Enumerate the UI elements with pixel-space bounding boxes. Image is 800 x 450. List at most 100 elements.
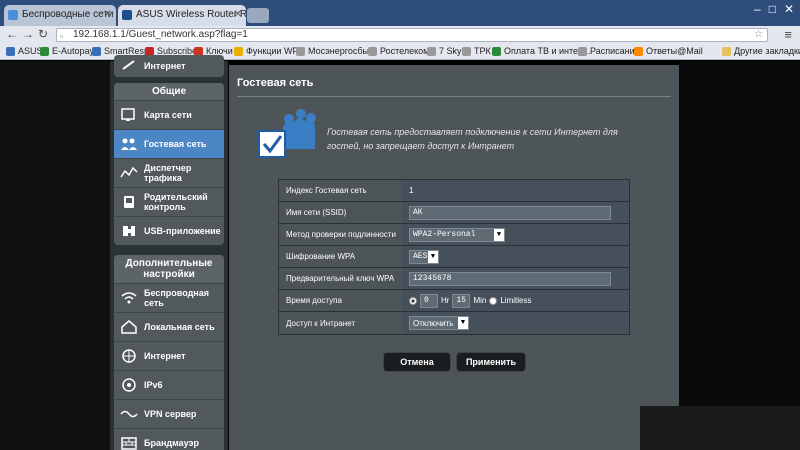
- wpa-key-label: Предварительный ключ WPA: [279, 268, 402, 289]
- sidebar-item-parental-control[interactable]: Родительский контроль: [114, 187, 224, 216]
- bookmark-icon: [296, 46, 305, 56]
- forward-arrow-icon[interactable]: →: [22, 27, 34, 41]
- ssid-cell: AK: [402, 202, 629, 223]
- bookmark-schedule[interactable]: Расписание: [578, 46, 640, 56]
- folder-icon: [722, 46, 731, 56]
- sidebar-item-lan[interactable]: Локальная сеть: [114, 312, 224, 341]
- sidebar-item-usb-app[interactable]: USB-приложение: [114, 216, 224, 245]
- sidebar-item-traffic-manager[interactable]: Диспетчер трафика: [114, 158, 224, 187]
- encryption-select[interactable]: AES ▼: [409, 249, 439, 264]
- access-time-label: Время доступа: [279, 290, 402, 311]
- bookmark-other[interactable]: Другие закладки: [722, 46, 800, 56]
- minutes-unit: Min: [473, 296, 487, 305]
- form-row-wpa-key: Предварительный ключ WPA 12345678: [279, 268, 629, 290]
- guest-network-form: Индекс Гостевая сеть 1 Имя сети (SSID) A…: [278, 179, 630, 335]
- chevron-down-icon: ▼: [458, 317, 468, 329]
- sidebar-item-firewall[interactable]: Брандмауэр: [114, 428, 224, 450]
- sidebar-item-internet[interactable]: Интернет: [114, 341, 224, 370]
- close-window-icon[interactable]: ✕: [784, 2, 794, 16]
- browser-tab-bar: Беспроводные сети wifi ✕ ASUS Wireless R…: [0, 0, 800, 26]
- new-tab-button[interactable]: [247, 8, 269, 23]
- parental-control-icon: [124, 196, 134, 208]
- bookmark-e-autopay[interactable]: E-Autopay: [40, 46, 94, 56]
- bookmark-otvety-mail[interactable]: Ответы@Mail: [634, 46, 703, 56]
- encryption-value: AES: [413, 252, 428, 261]
- network-map-icon: [121, 108, 135, 121]
- sidebar-item-label: Карта сети: [144, 110, 192, 120]
- router-page: Интернет Общие Карта сети Гостевая сеть …: [0, 55, 800, 450]
- bookmark-icon: [92, 46, 101, 56]
- sidebar-item-label: Брандмауэр: [144, 438, 200, 448]
- guest-network-description: Гостевая сеть предоставляет подключение …: [327, 127, 618, 151]
- globe-icon: [122, 349, 136, 363]
- limitless-radio[interactable]: [489, 296, 498, 305]
- sidebar-item-label: Интернет: [144, 61, 186, 71]
- address-bar[interactable]: ▫ 192.168.1.1/Guest_network.asp?flag=1 ☆: [56, 28, 768, 42]
- lan-icon: [121, 320, 137, 334]
- ssid-input[interactable]: AK: [409, 205, 611, 220]
- bookmark-trk[interactable]: ТРК: [462, 46, 491, 56]
- sidebar-item-vpn[interactable]: VPN сервер: [114, 399, 224, 428]
- bookmark-icon: [368, 46, 377, 56]
- bookmark-icon: [492, 46, 501, 56]
- title-divider: [237, 96, 671, 97]
- sidebar-item-label: VPN сервер: [144, 409, 197, 419]
- sidebar-item-ipv6[interactable]: IPv6: [114, 370, 224, 399]
- index-value: 1: [402, 180, 629, 201]
- form-row-index: Индекс Гостевая сеть 1: [279, 180, 629, 202]
- bookmark-icon: [578, 46, 587, 56]
- sidebar-item-label: Беспроводная сеть: [144, 288, 209, 308]
- close-icon[interactable]: ✕: [104, 9, 112, 20]
- close-icon[interactable]: ✕: [234, 9, 242, 20]
- sidebar-item-label: IPv6: [144, 380, 163, 390]
- sidebar-item-internet-top[interactable]: Интернет: [114, 55, 224, 77]
- chevron-down-icon: ▼: [428, 250, 438, 263]
- bookmark-rostelecom[interactable]: Ростелеком: [368, 46, 429, 56]
- bookmark-7sky[interactable]: 7 Sky: [427, 46, 462, 56]
- index-value-text: 1: [409, 186, 414, 195]
- sidebar-item-label: Локальная сеть: [144, 322, 215, 332]
- cancel-button[interactable]: Отмена: [383, 352, 451, 372]
- intranet-cell: Отключить ▼: [402, 312, 629, 334]
- bookmark-tv-payment[interactable]: Оплата ТВ и интер...: [492, 46, 591, 56]
- intranet-access-select[interactable]: Отключить ▼: [409, 316, 469, 330]
- apply-button[interactable]: Применить: [456, 352, 526, 372]
- browser-tab-wifi[interactable]: Беспроводные сети wifi ✕: [4, 5, 116, 26]
- sidebar-advanced-section: Дополнительные настройки Беспроводная се…: [114, 255, 224, 450]
- bookmark-wp[interactable]: Функции WP: [234, 46, 298, 56]
- hours-input[interactable]: 0: [420, 293, 438, 308]
- access-time-cell: 0 Hr 15 Min Limitless: [402, 290, 629, 311]
- minimize-icon[interactable]: –: [754, 2, 761, 16]
- reload-icon[interactable]: ↻: [38, 27, 48, 41]
- auth-label: Метод проверки подлинности: [279, 224, 402, 245]
- window-controls: – □ ✕: [754, 2, 794, 16]
- bookmark-icon: [234, 46, 243, 56]
- bookmark-icon: [427, 46, 436, 56]
- sidebar-item-guest-network[interactable]: Гостевая сеть: [114, 129, 224, 158]
- sidebar-item-network-map[interactable]: Карта сети: [114, 100, 224, 129]
- firewall-icon: [121, 437, 137, 450]
- menu-icon[interactable]: ≡: [784, 27, 792, 42]
- bookmark-asus[interactable]: ASUS: [6, 46, 43, 56]
- timed-radio[interactable]: [409, 296, 417, 305]
- intranet-access-value: Отключить: [413, 318, 454, 328]
- sidebar-item-wireless[interactable]: Беспроводная сеть: [114, 283, 224, 312]
- form-row-auth: Метод проверки подлинности WPA2-Personal…: [279, 224, 629, 246]
- hours-unit: Hr: [441, 296, 450, 305]
- form-row-access-time: Время доступа 0 Hr 15 Min Limitless: [279, 290, 629, 312]
- auth-method-select[interactable]: WPA2-Personal ▼: [409, 227, 505, 242]
- guest-network-icon: [121, 138, 137, 150]
- bookmark-icon: [40, 46, 49, 56]
- vpn-icon: [120, 410, 138, 418]
- maximize-icon[interactable]: □: [769, 2, 776, 16]
- browser-tab-asus[interactable]: ASUS Wireless Router RT- ✕: [118, 5, 246, 26]
- minutes-input[interactable]: 15: [452, 293, 471, 308]
- back-arrow-icon[interactable]: ←: [6, 27, 18, 41]
- wpa-key-input[interactable]: 12345678: [409, 271, 611, 286]
- star-icon[interactable]: ☆: [754, 29, 763, 41]
- bookmark-mosenergosbyt[interactable]: Мосэнергосбыт: [296, 46, 373, 56]
- page-icon: ▫: [60, 31, 64, 41]
- bookmark-icon: [634, 46, 643, 56]
- internet-icon: [122, 60, 135, 70]
- address-text: 192.168.1.1/Guest_network.asp?flag=1: [73, 29, 248, 40]
